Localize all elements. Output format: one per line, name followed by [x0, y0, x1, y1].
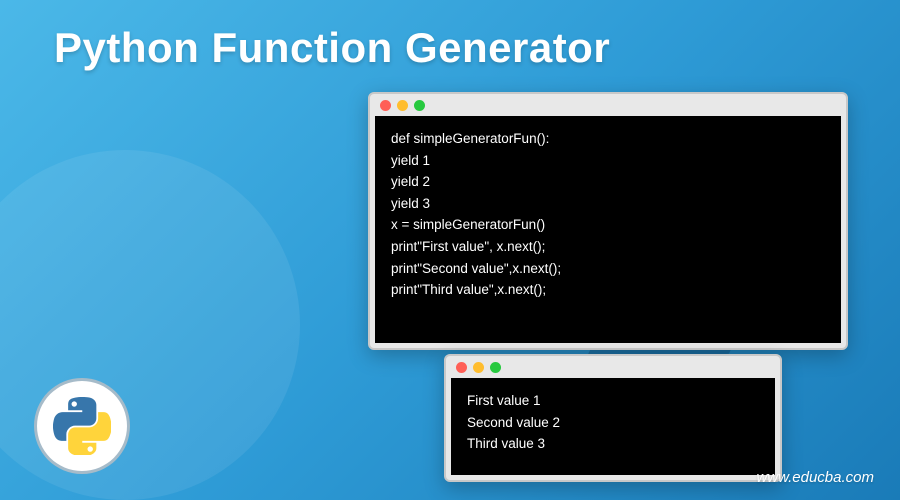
- site-url: www.educba.com: [756, 469, 874, 486]
- output-window: First value 1 Second value 2 Third value…: [444, 354, 782, 482]
- code-content: def simpleGeneratorFun(): yield 1 yield …: [375, 116, 841, 343]
- maximize-icon[interactable]: [414, 100, 425, 111]
- window-titlebar: [446, 356, 780, 378]
- window-titlebar: [370, 94, 846, 116]
- close-icon[interactable]: [380, 100, 391, 111]
- code-editor-window: def simpleGeneratorFun(): yield 1 yield …: [368, 92, 848, 350]
- python-logo-badge: [34, 378, 130, 474]
- page-title: Python Function Generator: [54, 24, 610, 72]
- output-content: First value 1 Second value 2 Third value…: [451, 378, 775, 475]
- close-icon[interactable]: [456, 362, 467, 373]
- minimize-icon[interactable]: [397, 100, 408, 111]
- minimize-icon[interactable]: [473, 362, 484, 373]
- maximize-icon[interactable]: [490, 362, 501, 373]
- python-logo-icon: [53, 397, 111, 455]
